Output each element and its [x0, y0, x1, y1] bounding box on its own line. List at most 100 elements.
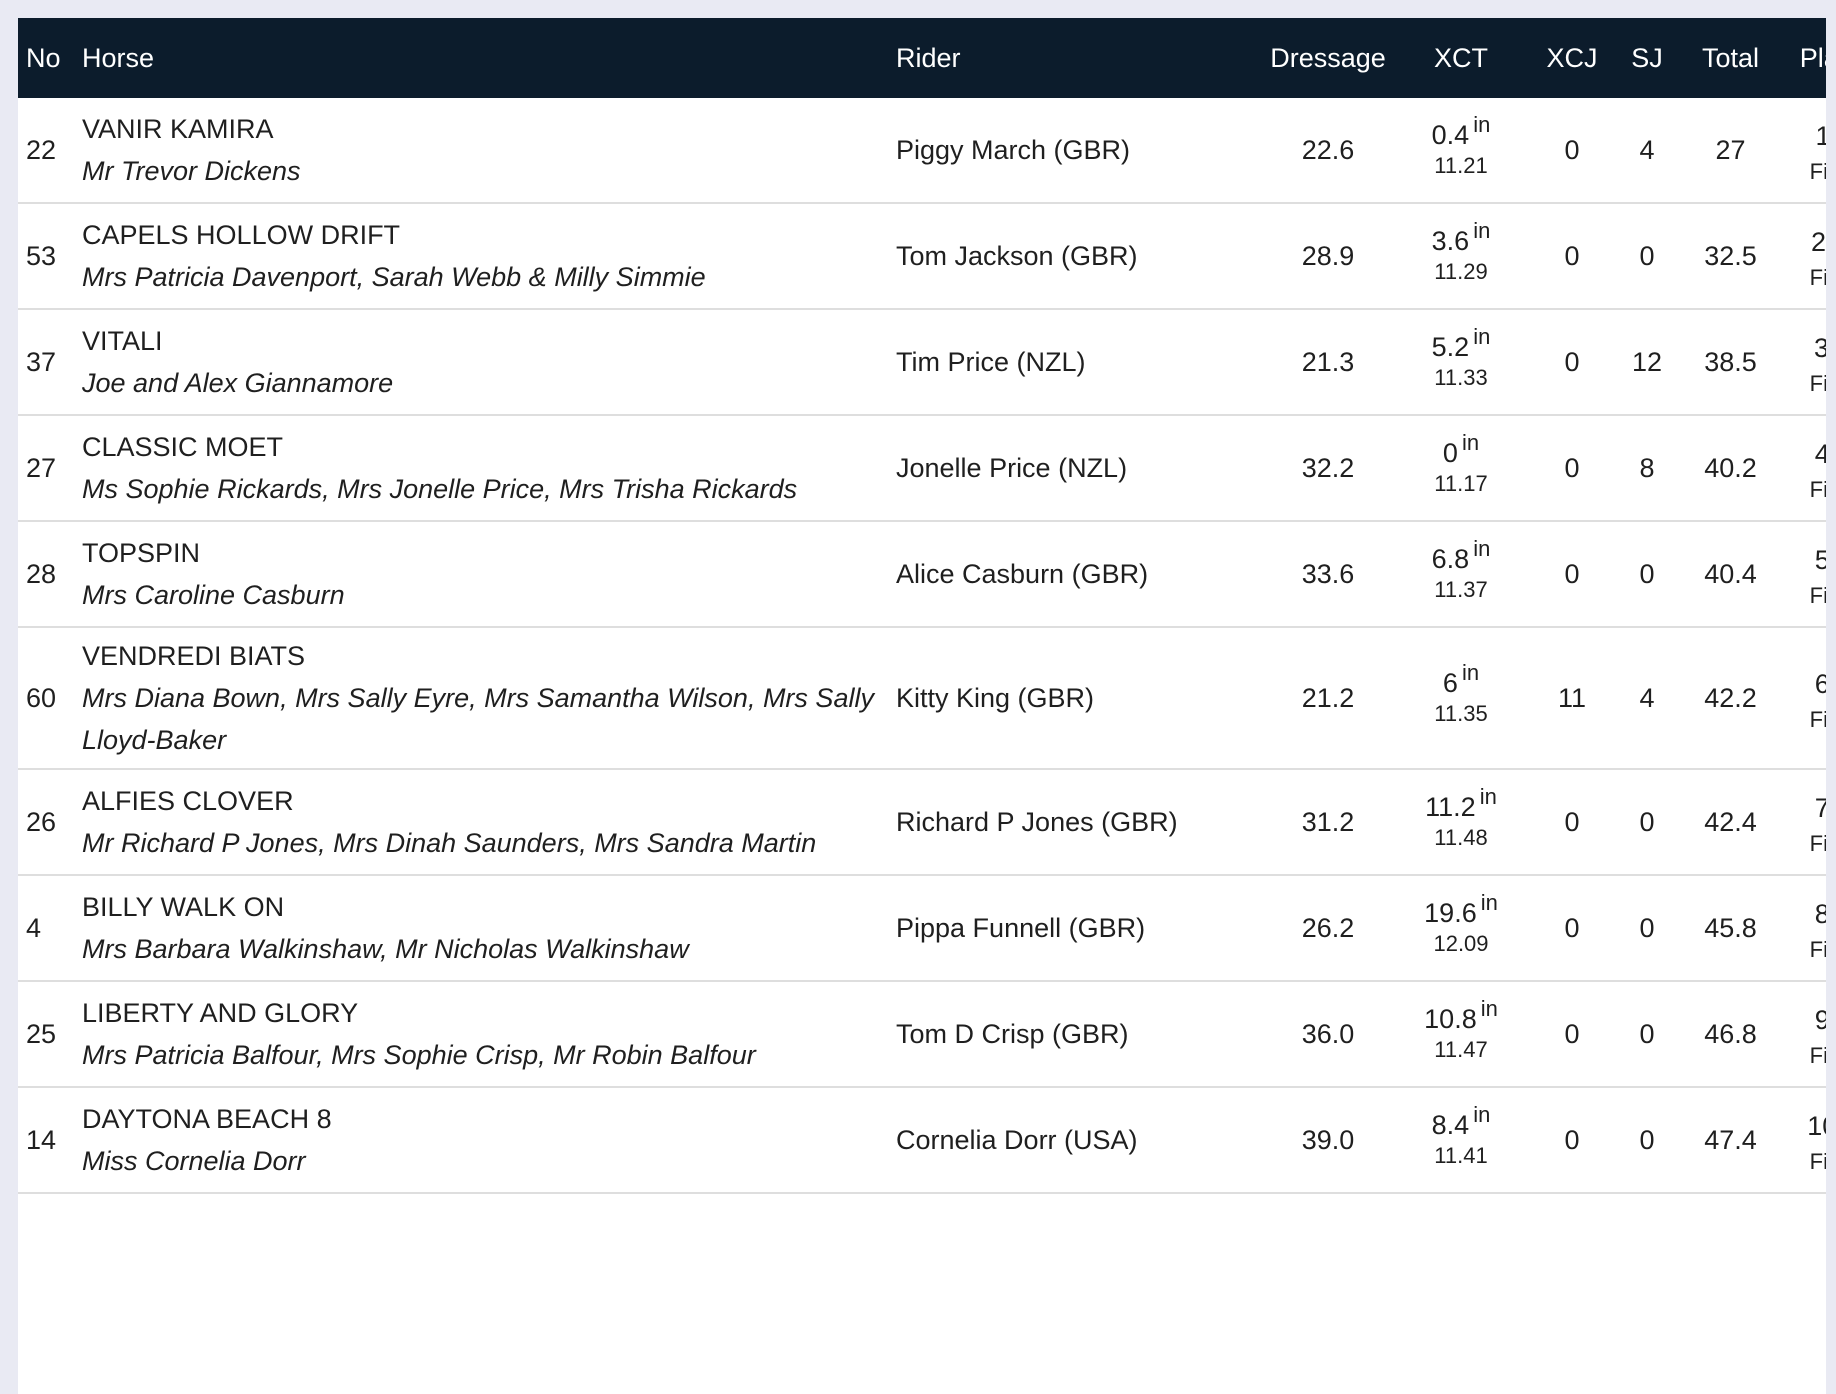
header-horse[interactable]: Horse [80, 43, 896, 74]
dressage-score: 22.6 [1301, 134, 1355, 165]
horse-cell: VENDREDI BIATS Mrs Diana Bown, Mrs Sally … [80, 635, 896, 761]
horse-cell: ALFIES CLOVER Mr Richard P Jones, Mrs Din… [80, 780, 896, 864]
rider-name[interactable]: Piggy March (GBR) [896, 135, 1258, 166]
place-status: Final [1809, 937, 1826, 962]
horse-cell: VITALI Joe and Alex Giannamore [80, 320, 896, 404]
xct-cell: 6 in 11.35 [1398, 660, 1524, 728]
place-status: Final [1809, 707, 1826, 732]
horse-name[interactable]: BILLY WALK ON [82, 886, 284, 928]
horse-name[interactable]: ALFIES CLOVER [82, 780, 294, 822]
horse-owner: Joe and Alex Giannamore [82, 368, 394, 398]
entry-number: 53 [26, 240, 57, 271]
rider-name[interactable]: Tim Price (NZL) [896, 347, 1258, 378]
horse-name[interactable]: VENDREDI BIATS [82, 635, 305, 677]
header-rider[interactable]: Rider [896, 43, 1258, 74]
sj-score: 0 [1639, 1124, 1655, 1155]
dressage-score: 31.2 [1301, 806, 1355, 837]
place-rank: 3rd [1813, 333, 1826, 363]
place-rank: 1st [1815, 121, 1826, 151]
place-rank: 7th [1814, 793, 1826, 823]
xcj-score: 0 [1564, 1124, 1580, 1155]
rider-name[interactable]: Kitty King (GBR) [896, 683, 1258, 714]
horse-name[interactable]: VANIR KAMIRA [82, 108, 274, 150]
table-row[interactable]: 53 CAPELS HOLLOW DRIFT Mrs Patricia Davenp… [18, 204, 1826, 310]
place-rank: 6th [1814, 669, 1826, 699]
header-dressage[interactable]: Dressage [1258, 43, 1398, 74]
horse-name[interactable]: LIBERTY AND GLORY [82, 992, 358, 1034]
header-total[interactable]: Total [1674, 43, 1787, 74]
xcj-score: 0 [1564, 346, 1580, 377]
xcj-score: 0 [1564, 1018, 1580, 1049]
xct-cell: 19.6 in 12.09 [1398, 890, 1524, 958]
header-sj[interactable]: SJ [1620, 43, 1674, 74]
horse-owner: Mrs Barbara Walkinshaw, Mr Nicholas Walk… [82, 934, 689, 964]
xct-cell: 8.4 in 11.41 [1398, 1102, 1524, 1170]
xct-unit: in [1461, 660, 1480, 685]
xct-time: 12.09 [1433, 931, 1489, 956]
place-rank: 4th [1814, 439, 1826, 469]
table-row[interactable]: 25 LIBERTY AND GLORY Mrs Patricia Balfour,… [18, 982, 1826, 1088]
table-row[interactable]: 14 DAYTONA BEACH 8 Miss Cornelia Dorr Corne… [18, 1088, 1826, 1194]
place-status: Final [1809, 159, 1826, 184]
rider-name[interactable]: Tom Jackson (GBR) [896, 241, 1258, 272]
rider-name[interactable]: Alice Casburn (GBR) [896, 559, 1258, 590]
rider-name[interactable]: Tom D Crisp (GBR) [896, 1019, 1258, 1050]
table-row[interactable]: 37 VITALI Joe and Alex Giannamore Tim Price… [18, 310, 1826, 416]
total-score: 46.8 [1704, 1018, 1757, 1049]
place-rank: 10th [1807, 1111, 1826, 1141]
xct-cell: 11.2 in 11.48 [1398, 784, 1524, 852]
table-row[interactable]: 27 CLASSIC MOET Ms Sophie Rickards, Mrs Jo… [18, 416, 1826, 522]
xct-time: 11.17 [1434, 471, 1488, 496]
horse-name[interactable]: CAPELS HOLLOW DRIFT [82, 214, 400, 256]
xct-value: 6 [1442, 668, 1458, 698]
table-row[interactable]: 22 VANIR KAMIRA Mr Trevor Dickens Piggy Mar… [18, 98, 1826, 204]
rider-name[interactable]: Pippa Funnell (GBR) [896, 913, 1258, 944]
xct-cell: 0 in 11.17 [1398, 430, 1524, 498]
place-cell: 9th Final [1787, 998, 1826, 1070]
dressage-score: 33.6 [1301, 558, 1355, 589]
horse-name[interactable]: DAYTONA BEACH 8 [82, 1098, 332, 1140]
table-row[interactable]: 26 ALFIES CLOVER Mr Richard P Jones, Mrs D… [18, 770, 1826, 876]
rider-name[interactable]: Cornelia Dorr (USA) [896, 1125, 1258, 1156]
xcj-score: 0 [1564, 912, 1580, 943]
table-row[interactable]: 60 VENDREDI BIATS Mrs Diana Bown, Mrs Sall… [18, 628, 1826, 770]
xct-cell: 3.6 in 11.29 [1398, 218, 1524, 286]
header-xct[interactable]: XCT [1398, 43, 1524, 74]
header-no[interactable]: No [18, 43, 80, 74]
place-status: Final [1809, 477, 1826, 502]
total-score: 42.4 [1704, 806, 1757, 837]
place-cell: 1st Final [1787, 114, 1826, 186]
xct-time: 11.21 [1434, 153, 1488, 178]
place-rank: 8th [1814, 899, 1826, 929]
rider-name[interactable]: Jonelle Price (NZL) [896, 453, 1258, 484]
header-place[interactable]: Place [1787, 43, 1826, 74]
header-xcj[interactable]: XCJ [1524, 43, 1620, 74]
rider-name[interactable]: Richard P Jones (GBR) [896, 807, 1258, 838]
xct-value: 11.2 [1425, 792, 1476, 822]
place-status: Final [1809, 831, 1826, 856]
dressage-score: 21.2 [1301, 682, 1355, 713]
dressage-score: 26.2 [1301, 912, 1355, 943]
place-rank: 9th [1814, 1005, 1826, 1035]
xct-unit: in [1461, 430, 1480, 455]
entry-number: 25 [26, 1018, 57, 1049]
xcj-score: 0 [1564, 134, 1580, 165]
place-status: Final [1809, 583, 1826, 608]
xct-penalty: 0.4 in [1432, 112, 1491, 152]
entry-number: 14 [26, 1124, 57, 1155]
dressage-score: 32.2 [1301, 452, 1355, 483]
xct-unit: in [1479, 784, 1497, 809]
horse-name[interactable]: TOPSPIN [82, 532, 200, 574]
place-rank: 5th [1814, 545, 1826, 575]
table-row[interactable]: 4 BILLY WALK ON Mrs Barbara Walkinshaw, Mr… [18, 876, 1826, 982]
horse-owner: Mr Richard P Jones, Mrs Dinah Saunders, … [82, 828, 817, 858]
horse-owner: Mrs Caroline Casburn [82, 580, 345, 610]
sj-score: 4 [1639, 682, 1655, 713]
horse-cell: DAYTONA BEACH 8 Miss Cornelia Dorr [80, 1098, 896, 1182]
xct-value: 19.6 [1424, 898, 1477, 928]
xct-time: 11.48 [1434, 825, 1488, 850]
horse-name[interactable]: CLASSIC MOET [82, 426, 283, 468]
horse-name[interactable]: VITALI [82, 320, 163, 362]
table-row[interactable]: 28 TOPSPIN Mrs Caroline Casburn Alice Casbu… [18, 522, 1826, 628]
entry-number: 60 [26, 682, 57, 713]
